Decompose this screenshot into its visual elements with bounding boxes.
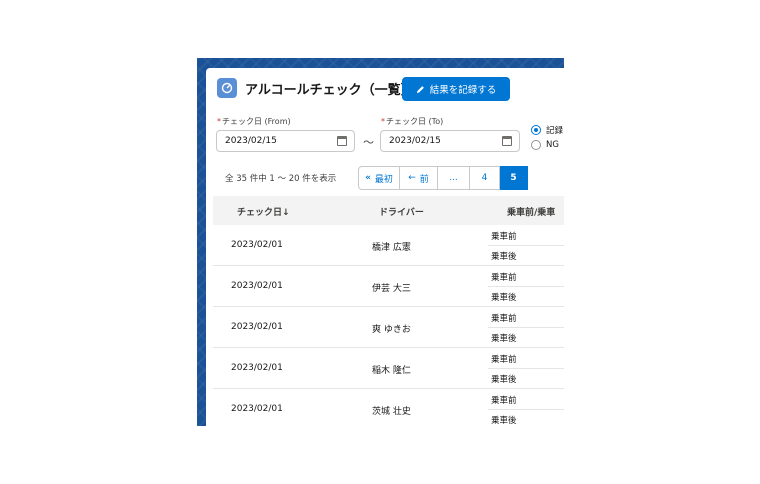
table-row[interactable]: 2023/02/01 稲木 隆仁 乗車前 乗車後 bbox=[213, 348, 564, 389]
gauge-icon bbox=[217, 78, 237, 98]
row-divider bbox=[488, 409, 564, 410]
row-divider bbox=[488, 286, 564, 287]
from-date-value: 2023/02/15 bbox=[225, 136, 277, 146]
table-row[interactable]: 2023/02/01 爽 ゆきお 乗車前 乗車後 bbox=[213, 307, 564, 348]
app-window: アルコールチェック（一覧） 結果を記録する *チェック日 (From) 2023… bbox=[197, 58, 564, 426]
radio-ng[interactable]: NG bbox=[531, 140, 559, 150]
calendar-icon[interactable] bbox=[502, 136, 512, 146]
page-ellipsis: ... bbox=[438, 166, 470, 190]
row-divider bbox=[488, 368, 564, 369]
row-after: 乗車後 bbox=[491, 252, 517, 262]
row-divider bbox=[488, 245, 564, 246]
table-row[interactable]: 2023/02/01 橋津 広憲 乗車前 乗車後 bbox=[213, 225, 564, 266]
result-count: 全 35 件中 1 ～ 20 件を表示 bbox=[225, 174, 337, 184]
row-date: 2023/02/01 bbox=[231, 322, 283, 332]
radio-record[interactable]: 記録 bbox=[531, 124, 563, 136]
row-before: 乗車前 bbox=[491, 314, 517, 324]
from-date-label: *チェック日 (From) bbox=[217, 117, 291, 126]
table-header: チェック日↓ ドライバー 乗車前/乗車 bbox=[213, 196, 564, 225]
page-title: アルコールチェック（一覧） bbox=[245, 83, 414, 98]
row-date: 2023/02/01 bbox=[231, 240, 283, 250]
table-row[interactable]: 2023/02/01 伊芸 大三 乗車前 乗車後 bbox=[213, 266, 564, 307]
table-row[interactable]: 2023/02/01 茨城 壮史 乗車前 乗車後 bbox=[213, 389, 564, 426]
row-before: 乗車前 bbox=[491, 355, 517, 365]
column-date[interactable]: チェック日↓ bbox=[237, 205, 290, 218]
row-before: 乗車前 bbox=[491, 232, 517, 242]
column-ride[interactable]: 乗車前/乗車 bbox=[507, 205, 555, 218]
range-separator: ～ bbox=[363, 136, 374, 149]
row-date: 2023/02/01 bbox=[231, 404, 283, 414]
radio-selected-icon[interactable] bbox=[531, 125, 541, 135]
page-first-button[interactable]: « 最初 bbox=[358, 166, 400, 190]
radio-unselected-icon[interactable] bbox=[531, 140, 541, 150]
column-driver[interactable]: ドライバー bbox=[379, 205, 424, 218]
row-after: 乗車後 bbox=[491, 375, 517, 385]
record-result-label: 結果を記録する bbox=[429, 85, 497, 96]
calendar-icon[interactable] bbox=[337, 136, 347, 146]
alcohol-check-card: アルコールチェック（一覧） 結果を記録する *チェック日 (From) 2023… bbox=[206, 68, 564, 426]
row-driver[interactable]: 伊芸 大三 bbox=[372, 281, 411, 294]
row-after: 乗車後 bbox=[491, 293, 517, 303]
row-divider bbox=[488, 327, 564, 328]
row-driver[interactable]: 爽 ゆきお bbox=[372, 322, 411, 335]
record-result-button[interactable]: 結果を記録する bbox=[402, 77, 510, 101]
arrow-left-icon: ← bbox=[408, 173, 416, 183]
row-driver[interactable]: 茨城 壮史 bbox=[372, 404, 411, 417]
to-date-label: *チェック日 (To) bbox=[381, 117, 444, 126]
row-driver[interactable]: 稲木 隆仁 bbox=[372, 363, 411, 376]
to-date-value: 2023/02/15 bbox=[389, 136, 441, 146]
pencil-icon bbox=[416, 85, 424, 93]
row-before: 乗車前 bbox=[491, 273, 517, 283]
to-date-input[interactable]: 2023/02/15 bbox=[380, 130, 520, 152]
pagination: « 最初 ← 前 ... 4 5 bbox=[358, 166, 528, 190]
row-date: 2023/02/01 bbox=[231, 363, 283, 373]
row-date: 2023/02/01 bbox=[231, 281, 283, 291]
row-driver[interactable]: 橋津 広憲 bbox=[372, 240, 411, 253]
double-chevron-left-icon: « bbox=[365, 173, 371, 183]
from-date-input[interactable]: 2023/02/15 bbox=[216, 130, 355, 152]
page-4-button[interactable]: 4 bbox=[470, 166, 500, 190]
row-before: 乗車前 bbox=[491, 396, 517, 406]
row-after: 乗車後 bbox=[491, 334, 517, 344]
card-header: アルコールチェック（一覧） 結果を記録する bbox=[206, 68, 564, 110]
page-prev-button[interactable]: ← 前 bbox=[400, 166, 438, 190]
page-5-button[interactable]: 5 bbox=[500, 166, 528, 190]
row-after: 乗車後 bbox=[491, 416, 517, 426]
